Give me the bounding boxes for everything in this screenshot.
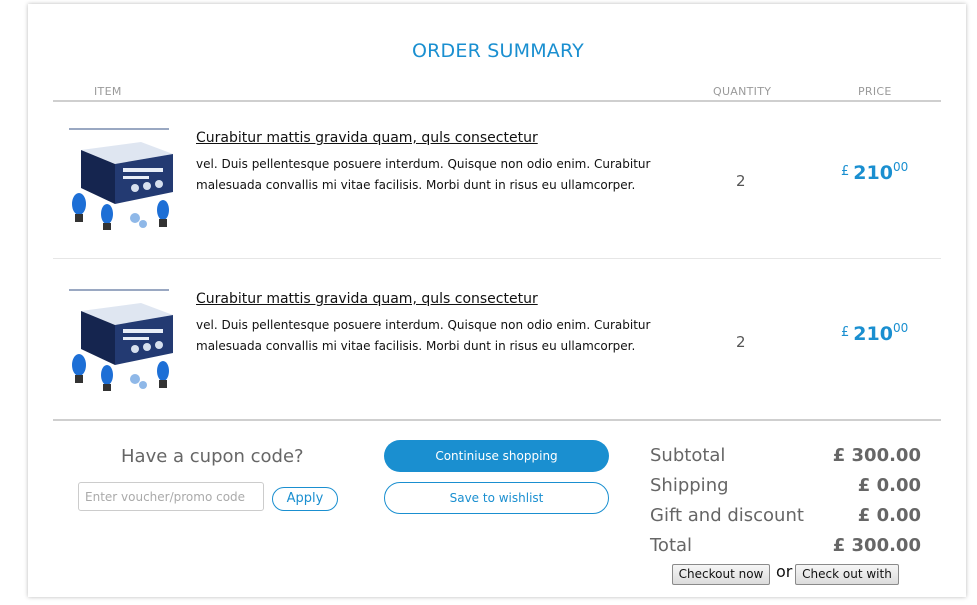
shipping-label: Shipping <box>650 475 729 496</box>
discount-value: £ 0.00 <box>857 505 921 526</box>
price-whole: 210 <box>853 162 893 184</box>
price-whole: 210 <box>853 323 893 345</box>
column-header-item: ITEM <box>94 85 122 98</box>
discount-label: Gift and discount <box>650 505 804 526</box>
column-header-price: PRICE <box>858 85 892 98</box>
coupon-heading: Have a cupon code? <box>121 446 304 467</box>
order-summary-card: ORDER SUMMARY ITEM QUANTITY PRICE Curabi… <box>28 4 966 597</box>
save-to-wishlist-button[interactable]: Save to wishlist <box>384 482 609 514</box>
checkout-now-button[interactable]: Checkout now <box>672 564 770 585</box>
check-out-with-button[interactable]: Check out with <box>795 564 899 585</box>
total-value: £ 300.00 <box>832 535 921 556</box>
product-price: £21000 <box>841 160 908 184</box>
product-box-icon <box>63 124 181 230</box>
subtotal-label: Subtotal <box>650 445 726 466</box>
product-quantity: 2 <box>736 333 746 351</box>
or-separator: or <box>776 562 793 581</box>
product-quantity: 2 <box>736 172 746 190</box>
price-cents: 00 <box>892 160 909 174</box>
items-divider <box>53 419 941 421</box>
product-box-icon <box>63 285 181 391</box>
total-label: Total <box>650 535 693 556</box>
product-description: vel. Duis pellentesque posuere interdum.… <box>196 157 651 192</box>
subtotal-value: £ 300.00 <box>832 445 921 466</box>
apply-button[interactable]: Apply <box>272 487 338 511</box>
price-currency: £ <box>841 325 850 340</box>
order-item-row: Curabitur mattis gravida quam, quls cons… <box>53 263 941 419</box>
row-divider <box>53 258 941 259</box>
product-price: £21000 <box>841 321 908 345</box>
continue-shopping-button[interactable]: Continiuse shopping <box>384 440 609 472</box>
column-header-quantity: QUANTITY <box>713 85 772 98</box>
product-title-link[interactable]: Curabitur mattis gravida quam, quls cons… <box>196 291 538 307</box>
product-description: vel. Duis pellentesque posuere interdum.… <box>196 318 651 353</box>
order-item-row: Curabitur mattis gravida quam, quls cons… <box>53 102 941 258</box>
shipping-value: £ 0.00 <box>857 475 921 496</box>
voucher-input[interactable] <box>78 482 264 511</box>
product-title-link[interactable]: Curabitur mattis gravida quam, quls cons… <box>196 130 538 146</box>
price-currency: £ <box>841 164 850 179</box>
page-title: ORDER SUMMARY <box>412 40 584 62</box>
price-cents: 00 <box>892 321 909 335</box>
